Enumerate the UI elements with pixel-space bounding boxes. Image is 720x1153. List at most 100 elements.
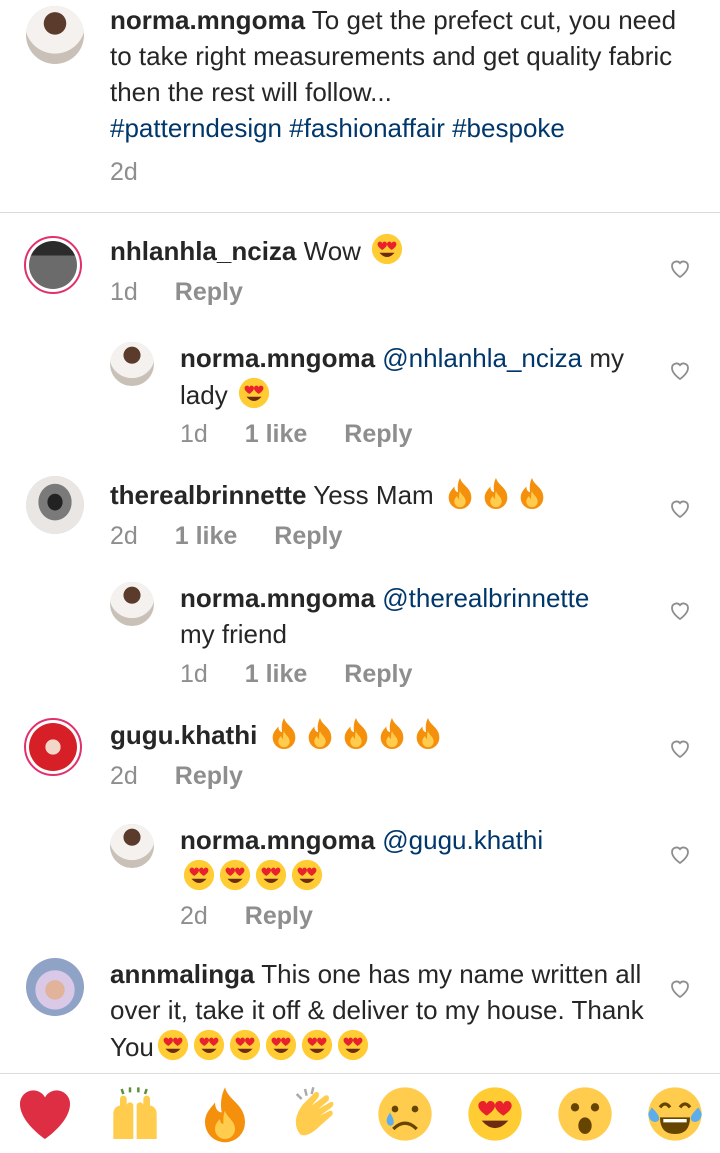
comment-item: annmalinga This one has my name written …: [0, 956, 720, 1071]
reply-mention[interactable]: @therealbrinnette: [382, 583, 589, 613]
heart-eyes-emoji: [237, 376, 271, 410]
heart-eyes-emoji: [336, 1028, 370, 1062]
comment-likes[interactable]: 1 like: [175, 522, 238, 550]
comment-item: therealbrinnette Yess Mam 2d 1 like Repl…: [0, 472, 720, 572]
reply-likes[interactable]: 1 like: [245, 660, 308, 688]
comment-text: therealbrinnette Yess Mam: [110, 476, 549, 513]
reply-username[interactable]: norma.mngoma: [180, 583, 375, 613]
caption-username[interactable]: norma.mngoma: [110, 5, 305, 35]
heart-eyes-emoji: [218, 858, 252, 892]
reply-body: my friend: [180, 619, 287, 649]
reply-text: norma.mngoma @gugu.khathi: [180, 822, 650, 895]
clapping-hands-icon[interactable]: [285, 1084, 345, 1144]
tears-of-joy-icon[interactable]: [645, 1084, 705, 1144]
commenter-avatar[interactable]: [26, 476, 84, 534]
like-heart-icon[interactable]: [668, 598, 692, 622]
quick-reaction-bar: [0, 1073, 720, 1153]
sad-face-icon[interactable]: [375, 1084, 435, 1144]
red-heart-icon[interactable]: [15, 1084, 75, 1144]
fire-emoji: [515, 476, 549, 510]
fire-icon[interactable]: [195, 1084, 255, 1144]
reply-meta: 1d 1 like Reply: [180, 660, 442, 689]
like-heart-icon[interactable]: [668, 256, 692, 280]
like-heart-icon[interactable]: [668, 976, 692, 1000]
replier-avatar[interactable]: [110, 342, 154, 386]
comment-item: gugu.khathi 2d Reply: [0, 714, 720, 814]
reply-meta: 1d 1 like Reply: [180, 420, 442, 449]
comment-text: annmalinga This one has my name written …: [110, 956, 655, 1065]
comment-username[interactable]: annmalinga: [110, 959, 254, 989]
comment-time: 2d: [110, 522, 138, 550]
heart-eyes-icon[interactable]: [465, 1084, 525, 1144]
commenter-avatar[interactable]: [26, 958, 84, 1016]
post-caption: norma.mngoma To get the prefect cut, you…: [0, 0, 720, 213]
fire-emoji: [375, 716, 409, 750]
reply-button[interactable]: Reply: [344, 420, 412, 448]
reply-username[interactable]: norma.mngoma: [180, 825, 375, 855]
comment-meta: 1d Reply: [110, 278, 273, 307]
heart-eyes-emoji: [290, 858, 324, 892]
reply-button[interactable]: Reply: [175, 278, 243, 306]
caption-time: 2d: [110, 158, 138, 186]
heart-eyes-emoji: [156, 1028, 190, 1062]
comment-time: 2d: [110, 762, 138, 790]
reply-item: norma.mngoma @nhlanhla_nciza my lady 1d …: [0, 340, 720, 460]
reply-time: 2d: [180, 902, 208, 930]
fire-emoji: [339, 716, 373, 750]
comment-username[interactable]: nhlanhla_nciza: [110, 236, 296, 266]
heart-eyes-emoji: [264, 1028, 298, 1062]
comment-meta: 2d 1 like Reply: [110, 522, 372, 551]
heart-eyes-emoji: [228, 1028, 262, 1062]
heart-eyes-emoji: [254, 858, 288, 892]
reply-mention[interactable]: @nhlanhla_nciza: [382, 343, 582, 373]
comment-meta: 2d Reply: [110, 762, 273, 791]
reply-time: 1d: [180, 420, 208, 448]
reply-button[interactable]: Reply: [274, 522, 342, 550]
reply-time: 1d: [180, 660, 208, 688]
reply-item: norma.mngoma @gugu.khathi 2d Reply: [0, 822, 720, 942]
reply-meta: 2d Reply: [180, 902, 343, 931]
like-heart-icon[interactable]: [668, 736, 692, 760]
fire-emoji: [267, 716, 301, 750]
comment-body: Wow: [303, 236, 361, 266]
reply-username[interactable]: norma.mngoma: [180, 343, 375, 373]
reply-text: norma.mngoma @nhlanhla_nciza my lady: [180, 340, 650, 413]
caption-avatar[interactable]: [26, 6, 84, 64]
comment-text: nhlanhla_nciza Wow: [110, 232, 404, 269]
caption-meta: 2d: [110, 158, 168, 187]
reply-item: norma.mngoma @therealbrinnette my friend…: [0, 580, 720, 700]
comment-username[interactable]: therealbrinnette: [110, 480, 307, 510]
like-heart-icon[interactable]: [668, 358, 692, 382]
fire-emoji: [479, 476, 513, 510]
reply-button[interactable]: Reply: [344, 660, 412, 688]
like-heart-icon[interactable]: [668, 496, 692, 520]
caption-hashtags[interactable]: #patterndesign #fashionaffair #bespoke: [110, 113, 565, 143]
reply-button[interactable]: Reply: [175, 762, 243, 790]
fire-emoji: [411, 716, 445, 750]
comment-text: gugu.khathi: [110, 716, 445, 753]
fire-emoji: [443, 476, 477, 510]
commenter-avatar[interactable]: [24, 236, 82, 294]
reply-likes[interactable]: 1 like: [245, 420, 308, 448]
commenter-avatar[interactable]: [24, 718, 82, 776]
heart-eyes-emoji: [182, 858, 216, 892]
heart-eyes-emoji: [192, 1028, 226, 1062]
comment-time: 1d: [110, 278, 138, 306]
heart-eyes-emoji: [300, 1028, 334, 1062]
comment-username[interactable]: gugu.khathi: [110, 720, 257, 750]
replier-avatar[interactable]: [110, 824, 154, 868]
reply-text: norma.mngoma @therealbrinnette my friend: [180, 580, 650, 652]
reply-button[interactable]: Reply: [245, 902, 313, 930]
replier-avatar[interactable]: [110, 582, 154, 626]
caption-ellipsis[interactable]: ...: [370, 77, 392, 107]
fire-emoji: [303, 716, 337, 750]
comments-screen: norma.mngoma To get the prefect cut, you…: [0, 0, 720, 1153]
comment-item: nhlanhla_nciza Wow 1d Reply: [0, 228, 720, 328]
reply-mention[interactable]: @gugu.khathi: [382, 825, 543, 855]
heart-eyes-emoji: [370, 232, 404, 266]
surprised-face-icon[interactable]: [555, 1084, 615, 1144]
raising-hands-icon[interactable]: [105, 1084, 165, 1144]
caption-text: norma.mngoma To get the prefect cut, you…: [110, 2, 700, 146]
comment-body: Yess Mam: [313, 480, 434, 510]
like-heart-icon[interactable]: [668, 842, 692, 866]
